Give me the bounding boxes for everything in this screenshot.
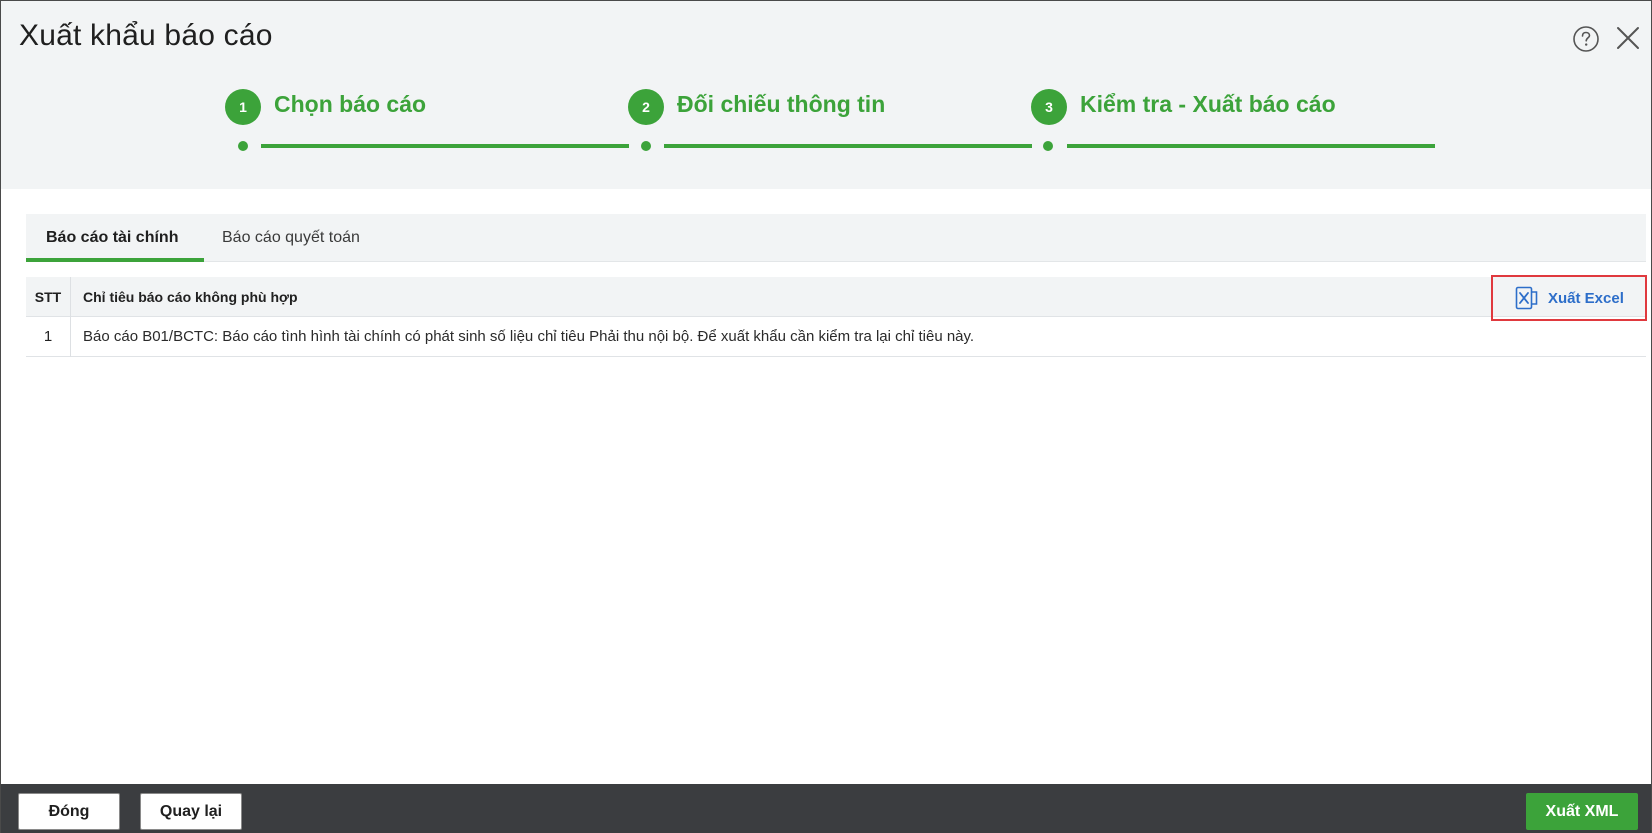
dialog-header: Xuất khẩu báo cáo 1 Chọn báo cáo 2 Đối c…	[1, 1, 1651, 189]
export-xml-button[interactable]: Xuất XML	[1526, 793, 1638, 830]
step-3-dot	[1043, 141, 1053, 151]
dialog-title: Xuất khẩu báo cáo	[19, 19, 273, 52]
tab-financial-report[interactable]: Báo cáo tài chính	[26, 214, 204, 262]
table-row: 1 Báo cáo B01/BCTC: Báo cáo tình hình tà…	[26, 317, 1646, 357]
table-header: STT Chỉ tiêu báo cáo không phù hợp Xuất …	[26, 275, 1647, 321]
report-tabs: Báo cáo tài chính Báo cáo quyết toán	[26, 214, 1646, 262]
export-report-dialog: Xuất khẩu báo cáo 1 Chọn báo cáo 2 Đối c…	[0, 0, 1652, 833]
tab-settlement-report[interactable]: Báo cáo quyết toán	[216, 214, 360, 262]
step-3-progress-line	[1067, 144, 1435, 148]
step-1: 1 Chọn báo cáo	[225, 86, 565, 126]
step-2-label: Đối chiếu thông tin	[677, 91, 886, 117]
step-2-dot	[641, 141, 651, 151]
step-1-progress-line	[261, 144, 629, 148]
step-1-number: 1	[225, 89, 261, 125]
validation-table: STT Chỉ tiêu báo cáo không phù hợp Xuất …	[26, 275, 1647, 357]
step-2-number: 2	[628, 89, 664, 125]
close-button[interactable]: Đóng	[18, 793, 120, 830]
close-icon[interactable]	[1614, 24, 1642, 52]
column-header-description: Chỉ tiêu báo cáo không phù hợp	[83, 289, 298, 305]
step-2-progress-line	[664, 144, 1032, 148]
export-excel-label: Xuất Excel	[1548, 290, 1624, 307]
step-3-number: 3	[1031, 89, 1067, 125]
step-3-label: Kiểm tra - Xuất báo cáo	[1080, 91, 1336, 117]
excel-icon	[1515, 286, 1538, 310]
step-1-dot	[238, 141, 248, 151]
column-header-stt: STT	[26, 277, 71, 317]
help-icon[interactable]	[1572, 25, 1600, 53]
back-button[interactable]: Quay lại	[140, 793, 242, 830]
step-3: 3 Kiểm tra - Xuất báo cáo	[1031, 86, 1411, 126]
step-1-label: Chọn báo cáo	[274, 91, 427, 117]
row-stt: 1	[26, 317, 71, 357]
step-2: 2 Đối chiếu thông tin	[628, 86, 968, 126]
dialog-footer: Đóng Quay lại Xuất XML	[1, 784, 1651, 833]
export-excel-button[interactable]: Xuất Excel	[1491, 275, 1647, 321]
row-description: Báo cáo B01/BCTC: Báo cáo tình hình tài …	[83, 328, 975, 345]
